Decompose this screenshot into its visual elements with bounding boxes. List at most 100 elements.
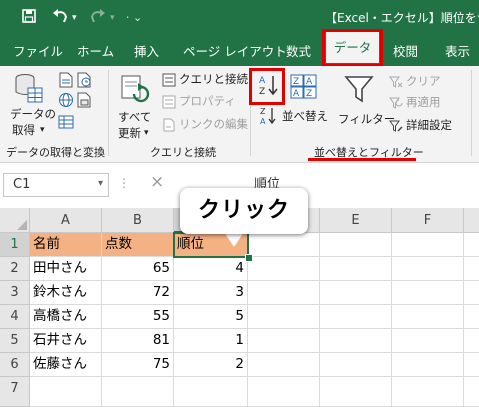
redo-dropdown-icon[interactable]: ▾ <box>110 6 115 30</box>
cell-a3[interactable]: 鈴木さん <box>30 281 102 305</box>
cell-b4[interactable]: 55 <box>102 305 174 329</box>
column-header-g[interactable] <box>464 208 479 233</box>
from-web-icon[interactable] <box>58 92 74 112</box>
tab-formulas[interactable]: 数式 <box>286 37 311 66</box>
cell[interactable] <box>392 281 464 305</box>
tab-review[interactable]: 校閲 <box>393 37 418 66</box>
cell[interactable] <box>320 233 392 257</box>
cell[interactable] <box>464 281 479 305</box>
clear-filter-button[interactable]: クリア <box>389 74 469 92</box>
group-label-queries: クエリと接続 <box>150 146 216 159</box>
tab-page-layout[interactable]: ページ レイアウト <box>183 37 287 66</box>
row-header[interactable]: 1 <box>0 233 30 257</box>
window-title: 【Excel・エクセル】順位をつ <box>325 11 479 25</box>
customize-qat-icon[interactable]: ⋅ ⌄ <box>126 6 142 30</box>
queries-connections-button[interactable]: クエリと接続 <box>162 72 262 90</box>
cell[interactable] <box>174 377 248 407</box>
select-all-corner[interactable] <box>0 208 30 233</box>
cell-c4[interactable]: 5 <box>174 305 248 329</box>
cell[interactable] <box>392 257 464 281</box>
column-header-f[interactable]: F <box>392 208 464 233</box>
cell[interactable] <box>464 233 479 257</box>
cell-a2[interactable]: 田中さん <box>30 257 102 281</box>
reapply-button[interactable]: 再適用 <box>389 95 469 113</box>
cell-a5[interactable]: 石井さん <box>30 329 102 353</box>
cell-b3[interactable]: 72 <box>102 281 174 305</box>
svg-text:A: A <box>260 117 266 126</box>
cell[interactable] <box>320 353 392 377</box>
filter-button[interactable]: フィルター <box>336 70 395 134</box>
row-header[interactable]: 3 <box>0 281 30 305</box>
cell-a4[interactable]: 高橋さん <box>30 305 102 329</box>
advanced-filter-button[interactable]: 詳細設定 <box>389 118 469 136</box>
cell-c2[interactable]: 4 <box>174 257 248 281</box>
row-header[interactable]: 4 <box>0 305 30 329</box>
save-icon[interactable] <box>22 6 36 30</box>
tab-file[interactable]: ファイル <box>13 37 63 66</box>
cell-c5[interactable]: 1 <box>174 329 248 353</box>
cell[interactable] <box>464 377 479 407</box>
cell[interactable] <box>248 257 320 281</box>
properties-button[interactable]: プロパティ <box>162 94 262 112</box>
tab-home[interactable]: ホーム <box>77 37 114 66</box>
refresh-all-button[interactable]: すべて 更新 ▾ <box>114 70 160 140</box>
cell[interactable] <box>320 257 392 281</box>
tab-insert[interactable]: 挿入 <box>134 37 159 66</box>
cell-c6[interactable]: 2 <box>174 353 248 377</box>
cell-c3[interactable]: 3 <box>174 281 248 305</box>
click-callout: クリック <box>180 188 308 234</box>
name-box[interactable]: C1 ▾ <box>3 173 109 197</box>
ribbon: データの 取得 ▾ すべて 更新 ▾ クエリと接続 プロパティ リンクの編集 A… <box>0 66 479 163</box>
cell-b6[interactable]: 75 <box>102 353 174 377</box>
cell[interactable] <box>392 353 464 377</box>
cell[interactable] <box>464 353 479 377</box>
cell-a6[interactable]: 佐藤さん <box>30 353 102 377</box>
cell[interactable] <box>248 233 320 257</box>
row-header[interactable]: 6 <box>0 353 30 377</box>
fill-handle[interactable] <box>245 254 253 262</box>
cell[interactable] <box>320 281 392 305</box>
cell[interactable] <box>102 377 174 407</box>
from-text-csv-icon[interactable] <box>58 72 74 92</box>
cell-a1[interactable]: 名前 <box>30 233 102 257</box>
cell[interactable] <box>392 329 464 353</box>
cell[interactable] <box>392 305 464 329</box>
cell[interactable] <box>248 281 320 305</box>
tab-view[interactable]: 表示 <box>445 37 470 66</box>
cell[interactable] <box>320 305 392 329</box>
column-header-a[interactable]: A <box>30 208 102 233</box>
cell[interactable] <box>320 377 392 407</box>
name-box-dropdown-icon[interactable]: ▾ <box>98 178 103 189</box>
cell[interactable] <box>248 353 320 377</box>
cell-b1[interactable]: 点数 <box>102 233 174 257</box>
cell[interactable] <box>392 377 464 407</box>
row-header[interactable]: 5 <box>0 329 30 353</box>
undo-icon[interactable] <box>52 6 70 30</box>
sort-descending-button[interactable]: Z A A Z <box>290 74 318 100</box>
cell[interactable] <box>392 233 464 257</box>
sort-button[interactable]: Z A 並べ替え <box>258 106 328 126</box>
undo-dropdown-icon[interactable]: ▾ <box>72 6 77 30</box>
cell[interactable] <box>30 377 102 407</box>
cell[interactable] <box>464 329 479 353</box>
edit-links-button[interactable]: リンクの編集 <box>162 117 262 135</box>
cell[interactable] <box>464 305 479 329</box>
cell[interactable] <box>248 377 320 407</box>
recent-sources-icon[interactable] <box>76 72 92 92</box>
cell[interactable] <box>320 329 392 353</box>
cell-b5[interactable]: 81 <box>102 329 174 353</box>
from-table-icon[interactable] <box>58 114 74 134</box>
redo-icon[interactable] <box>88 6 106 30</box>
cell[interactable] <box>248 329 320 353</box>
existing-connections-icon[interactable] <box>76 92 92 112</box>
cell[interactable] <box>464 257 479 281</box>
get-data-button[interactable]: データの 取得 ▾ <box>6 70 56 138</box>
cell-b2[interactable]: 65 <box>102 257 174 281</box>
column-header-b[interactable]: B <box>102 208 174 233</box>
cancel-edit-icon[interactable]: × <box>150 172 164 192</box>
column-header-e[interactable]: E <box>320 208 392 233</box>
row-header[interactable]: 7 <box>0 377 30 407</box>
cell[interactable] <box>248 305 320 329</box>
row-header[interactable]: 2 <box>0 257 30 281</box>
title-bar: ▾ ▾ ⋅ ⌄ 【Excel・エクセル】順位をつ <box>0 0 479 37</box>
